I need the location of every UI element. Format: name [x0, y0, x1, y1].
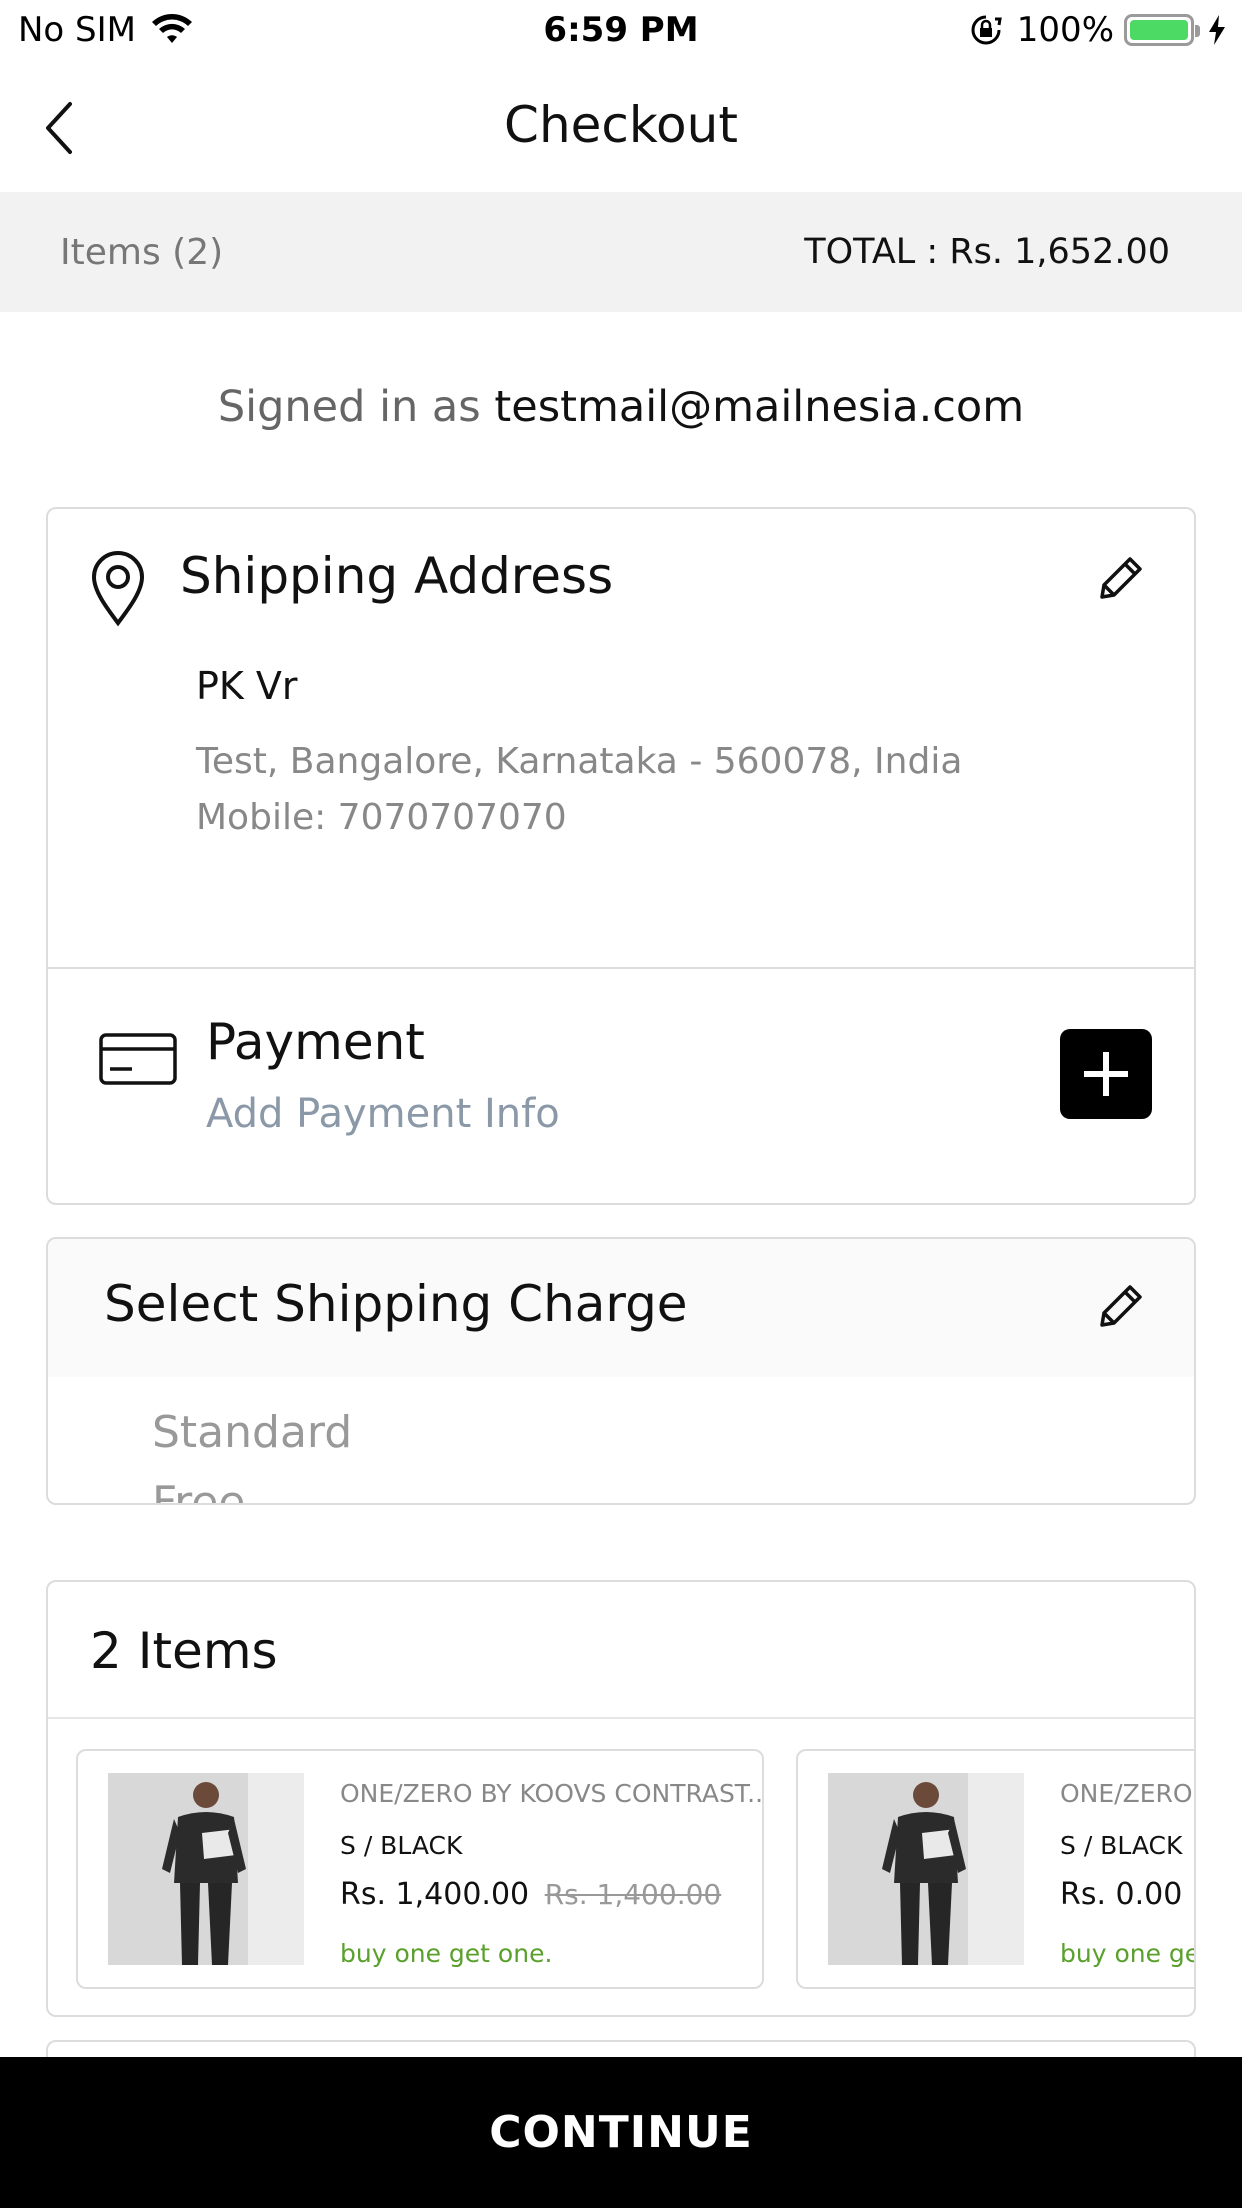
signed-in-text: Signed in as testmail@mailnesia.com — [0, 382, 1242, 432]
signed-in-email: testmail@mailnesia.com — [494, 382, 1025, 432]
add-payment-button[interactable] — [1060, 1029, 1152, 1119]
charging-bolt-icon — [1209, 15, 1225, 45]
edit-shipping-address-icon[interactable] — [1094, 553, 1146, 605]
items-count: Items (2) — [60, 232, 224, 273]
shipping-charge-header: Select Shipping Charge — [48, 1239, 1194, 1377]
credit-card-icon — [99, 1033, 177, 1085]
product-price: Rs. 1,400.00 — [340, 1877, 530, 1912]
product-image — [828, 1773, 1024, 1965]
product-photo-figure — [828, 1773, 1024, 1965]
payment-card[interactable]: Payment Add Payment Info — [46, 967, 1196, 1205]
product-image — [108, 1773, 304, 1965]
location-pin-icon — [91, 551, 145, 627]
product-original-price: Rs. 1,400.00 — [544, 1878, 722, 1911]
product-price: Rs. 0.00 — [1060, 1877, 1183, 1912]
product-name: ONE/ZERO B — [1060, 1779, 1194, 1808]
product-price-row: Rs. 0.00 Rs — [1060, 1877, 1194, 1912]
mobile-number: Mobile: 7070707070 — [196, 797, 567, 838]
status-right: 100% — [969, 10, 1228, 50]
recipient-name: PK Vr — [196, 664, 298, 708]
order-summary-bar: Items (2) TOTAL : Rs. 1,652.00 — [0, 192, 1242, 312]
shipping-charge-title: Select Shipping Charge — [104, 1275, 688, 1333]
battery-percent: 100% — [1016, 10, 1114, 50]
product-photo-figure — [108, 1773, 304, 1965]
shipping-option-price: Free — [152, 1477, 246, 1505]
product-variant: S / BLACK — [340, 1831, 463, 1860]
address-line: Test, Bangalore, Karnataka - 560078, Ind… — [196, 741, 963, 782]
continue-button[interactable]: CONTINUE — [0, 2057, 1242, 2208]
product-offer: buy one get one. — [340, 1939, 553, 1968]
items-card: 2 Items ONE/ZERO BY KOOVS CONTRAST... S … — [46, 1580, 1196, 2017]
edit-shipping-charge-icon[interactable] — [1094, 1281, 1146, 1333]
status-bar: No SIM 6:59 PM 100% — [0, 0, 1242, 62]
product-card[interactable]: ONE/ZERO BY KOOVS CONTRAST... S / BLACK … — [76, 1749, 764, 1989]
items-header: 2 Items — [48, 1582, 1194, 1719]
product-name: ONE/ZERO BY KOOVS CONTRAST... — [340, 1779, 764, 1808]
product-price-row: Rs. 1,400.00 Rs. 1,400.00 — [340, 1877, 721, 1912]
page-title: Checkout — [504, 96, 738, 154]
product-variant: S / BLACK — [1060, 1831, 1183, 1860]
battery-icon — [1124, 14, 1200, 46]
shipping-option-name[interactable]: Standard — [152, 1407, 352, 1458]
items-title: 2 Items — [90, 1622, 278, 1680]
shipping-address-title: Shipping Address — [180, 547, 614, 605]
order-total: TOTAL : Rs. 1,652.00 — [804, 232, 1170, 272]
shipping-address-card: Shipping Address PK Vr Test, Bangalore, … — [46, 507, 1196, 969]
rotation-lock-icon — [971, 15, 1002, 45]
product-card[interactable]: ONE/ZERO B S / BLACK Rs. 0.00 Rs buy one… — [796, 1749, 1196, 1989]
product-offer: buy one ge — [1060, 1939, 1196, 1968]
payment-title: Payment — [206, 1013, 425, 1071]
add-payment-info-label: Add Payment Info — [206, 1091, 560, 1137]
signed-in-prefix: Signed in as — [217, 382, 481, 432]
continue-label: CONTINUE — [489, 2107, 753, 2158]
shipping-charge-card: Select Shipping Charge Standard Free — [46, 1237, 1196, 1505]
nav-bar: Checkout — [0, 62, 1242, 192]
